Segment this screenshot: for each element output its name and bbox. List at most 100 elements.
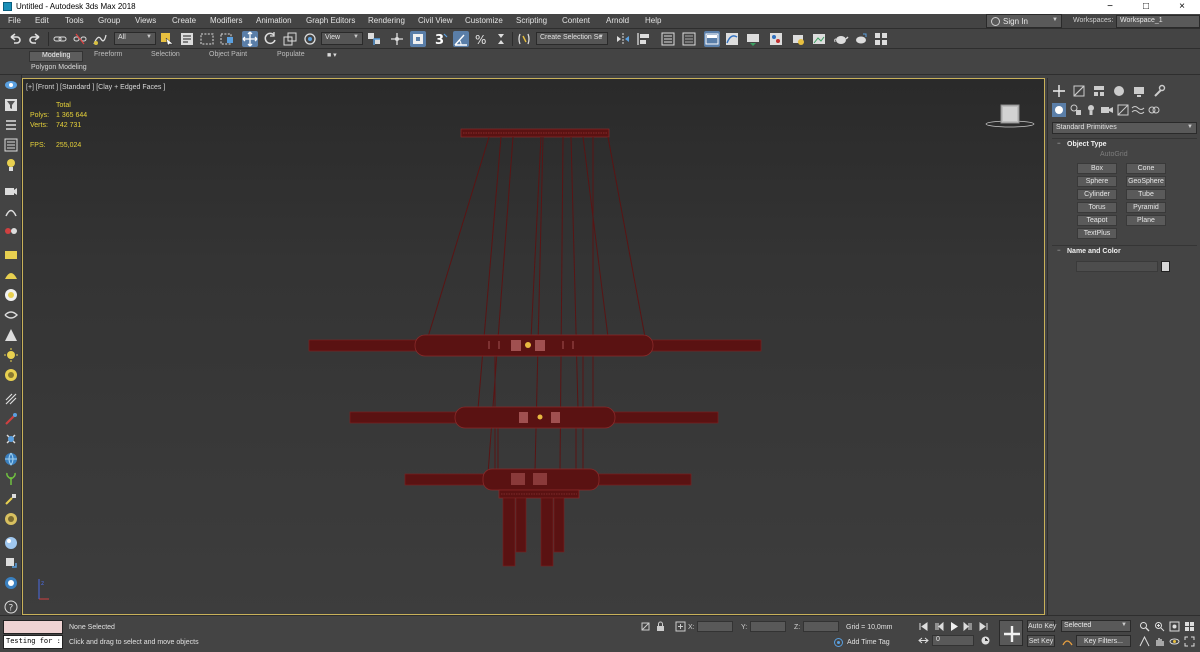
x-coord-input[interactable] (697, 621, 733, 632)
menu-graph-editors[interactable]: Graph Editors (306, 16, 355, 25)
systems-category-button[interactable] (1147, 103, 1161, 117)
spacewarps-filter-button[interactable] (3, 223, 19, 239)
spacewarps-category-button[interactable] (1131, 103, 1145, 117)
paint-selection-button[interactable] (3, 491, 19, 507)
redo-button[interactable] (27, 31, 43, 47)
orbit-button[interactable] (1169, 636, 1180, 647)
zoom-button[interactable] (1139, 621, 1150, 632)
display-panel-tab[interactable] (1132, 84, 1146, 98)
render-setup-button[interactable] (790, 31, 806, 47)
snaps-toggle-button[interactable]: 3 (433, 31, 449, 47)
particles-filter-button[interactable] (3, 327, 19, 343)
autogrid-checkbox[interactable]: AutoGrid (1100, 151, 1128, 158)
window-crossing-button[interactable] (219, 31, 235, 47)
menu-content[interactable]: Content (562, 16, 590, 25)
edit-named-selection-button[interactable] (516, 31, 532, 47)
isolate-toggle-button[interactable] (640, 621, 651, 632)
key-tangent-icon[interactable] (1062, 636, 1073, 647)
menu-help[interactable]: Help (645, 16, 661, 25)
menu-animation[interactable]: Animation (256, 16, 292, 25)
spinner-snap-toggle[interactable] (493, 31, 509, 47)
bones-filter-button[interactable] (3, 247, 19, 263)
object-name-input[interactable] (1076, 261, 1158, 272)
keyboard-shortcut-toggle[interactable] (410, 31, 426, 47)
select-and-scale-button[interactable] (282, 31, 298, 47)
key-mode-toggle[interactable] (918, 635, 929, 646)
front-viewport[interactable]: z [+] [Front] [Standard] [Clay + Edged… (22, 78, 1045, 615)
undo-button[interactable] (7, 31, 23, 47)
motion-panel-tab[interactable] (1112, 84, 1126, 98)
chandelier-model[interactable] (308, 128, 762, 567)
geometry-filter-button[interactable] (3, 287, 19, 303)
select-object-button[interactable] (159, 31, 175, 47)
box-button[interactable]: Box (1077, 163, 1117, 174)
previous-frame-button[interactable] (933, 621, 944, 632)
display-filter-toggle[interactable] (3, 97, 19, 113)
align-button[interactable] (636, 31, 652, 47)
add-time-tag-button[interactable]: Add Time Tag (847, 639, 890, 646)
groups-filter-button[interactable] (3, 391, 19, 407)
menu-views[interactable]: Views (135, 16, 156, 25)
named-selection-sets-dropdown[interactable]: Create Selection Se ▼ (536, 32, 608, 45)
select-and-place-button[interactable] (302, 31, 318, 47)
auto-key-button[interactable]: Auto Key (1027, 620, 1056, 632)
create-panel-tab[interactable] (1052, 84, 1066, 98)
toggle-scene-explorer-button[interactable] (660, 31, 676, 47)
ribbon-options-button[interactable]: ■ ▾ (327, 51, 337, 62)
a360-gallery-button[interactable] (873, 31, 889, 47)
maximize-button[interactable]: □ (1128, 0, 1164, 14)
tube-button[interactable]: Tube (1126, 189, 1166, 200)
menu-scripting[interactable]: Scripting (516, 16, 547, 25)
isolate-selection-button[interactable] (3, 575, 19, 591)
curve-editor-button[interactable] (724, 31, 740, 47)
name-and-color-rollout-header[interactable]: − Name and Color (1052, 245, 1197, 257)
pyramid-button[interactable]: Pyramid (1126, 202, 1166, 213)
reference-coord-dropdown[interactable]: View ▼ (321, 32, 363, 45)
rendered-frame-window-button[interactable] (811, 31, 827, 47)
geosphere-button[interactable]: GeoSphere (1126, 176, 1166, 187)
object-category-dropdown[interactable]: Standard Primitives ▼ (1052, 122, 1197, 134)
workspace-select[interactable]: Workspace_1 (1116, 15, 1200, 28)
minimize-button[interactable]: − (1092, 0, 1128, 14)
set-key-button[interactable]: Set Key (1027, 635, 1055, 647)
set-keys-button[interactable] (999, 620, 1023, 646)
teapot-button[interactable]: Teapot (1077, 215, 1117, 226)
menu-edit[interactable]: Edit (35, 16, 49, 25)
menu-customize[interactable]: Customize (465, 16, 503, 25)
menu-civil-view[interactable]: Civil View (418, 16, 453, 25)
menu-group[interactable]: Group (98, 16, 120, 25)
sphere-button[interactable]: Sphere (1077, 176, 1117, 187)
bind-to-space-warp-button[interactable] (92, 31, 108, 47)
maxscript-listener-output[interactable] (3, 620, 63, 634)
select-and-rotate-button[interactable] (262, 31, 278, 47)
select-by-name-button[interactable] (179, 31, 195, 47)
selected-filter-button[interactable] (3, 471, 19, 487)
viewport-label-menu[interactable]: [+] [Front ] [Standard ] [Clay + Edged F… (26, 84, 165, 91)
utilities-panel-tab[interactable] (1152, 84, 1166, 98)
menu-arnold[interactable]: Arnold (606, 16, 629, 25)
unlink-selection-button[interactable] (72, 31, 88, 47)
menu-modifiers[interactable]: Modifiers (210, 16, 242, 25)
next-frame-button[interactable] (963, 621, 974, 632)
key-selection-set-dropdown[interactable]: Selected ▼ (1061, 620, 1131, 632)
lights-category-button[interactable] (1084, 103, 1098, 117)
menu-file[interactable]: File (8, 16, 21, 25)
tab-freeform[interactable]: Freeform (94, 51, 122, 62)
close-button[interactable]: × (1164, 0, 1200, 14)
select-and-move-button[interactable] (242, 31, 258, 47)
helpers-filter-button[interactable] (3, 203, 19, 219)
textplus-button[interactable]: TextPlus (1077, 228, 1117, 239)
mirror-button[interactable] (615, 31, 631, 47)
modify-panel-tab[interactable] (1072, 84, 1086, 98)
time-configuration-button[interactable] (980, 635, 991, 646)
selection-lock-button[interactable] (655, 621, 666, 632)
view-cube[interactable] (985, 104, 1035, 128)
helpers-category-button[interactable] (1116, 103, 1130, 117)
play-button[interactable] (948, 621, 959, 632)
hierarchy-panel-tab[interactable] (1092, 84, 1106, 98)
frozen-filter-button[interactable] (3, 411, 19, 427)
tab-populate[interactable]: Populate (277, 51, 305, 62)
help-button[interactable]: ? (3, 599, 19, 615)
hidden-filter-button[interactable] (3, 431, 19, 447)
layers-toggle-button[interactable] (3, 511, 19, 527)
